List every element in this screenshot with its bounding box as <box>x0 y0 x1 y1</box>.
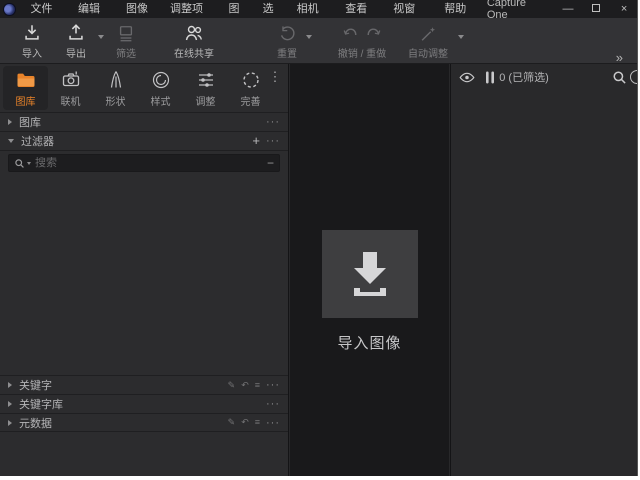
keywords-section-header[interactable]: 关键字 ✎ ↶ ≡ ··· <box>0 375 288 394</box>
caret-down-icon <box>306 35 312 39</box>
more-icon[interactable]: ··· <box>266 380 280 390</box>
copy-adjustments-icon[interactable]: ✎ <box>228 418 236 427</box>
import-button[interactable]: 导入 <box>14 20 50 62</box>
dashed-circle-icon <box>241 69 261 91</box>
import-arrow-icon <box>345 248 395 300</box>
tool-tabs-menu-button[interactable]: ⋮ <box>268 72 282 81</box>
filtered-count-label: 0 (已筛选) <box>451 69 597 85</box>
import-images-button[interactable] <box>322 230 418 318</box>
close-button[interactable]: × <box>617 0 631 18</box>
tab-library[interactable]: 图库 <box>3 66 48 110</box>
tab-shapes[interactable]: 形状 <box>93 66 138 110</box>
reset-icon[interactable]: ↶ <box>241 381 249 390</box>
search-icon <box>14 158 25 169</box>
styles-circle-icon <box>151 69 171 91</box>
clipped-circle-icon[interactable] <box>630 70 638 84</box>
menu-file[interactable]: 文件(F) <box>25 0 71 18</box>
share-button[interactable]: 在线共享 <box>162 20 226 62</box>
filters-section-header[interactable]: 过滤器 + ··· <box>0 131 288 150</box>
presets-icon[interactable]: ≡ <box>255 381 260 390</box>
camera-icon <box>61 69 81 91</box>
titlebar: 文件(F) 编辑(E) 图像(I) 调整项(A) 图层 选择 相机(C) 查看(… <box>0 0 637 18</box>
import-icon <box>22 21 42 43</box>
chevron-right-icon <box>8 420 12 426</box>
more-icon[interactable]: ··· <box>266 418 280 428</box>
caret-down-icon[interactable] <box>27 162 31 165</box>
tool-tabs: 图库 联机 形状 <box>0 64 288 112</box>
search-row: − <box>0 150 288 175</box>
maximize-icon <box>592 4 600 12</box>
export-icon <box>66 21 86 43</box>
folder-icon <box>16 69 36 91</box>
menu-layer[interactable]: 图层 <box>223 0 256 18</box>
reset-button[interactable]: 重置 <box>272 20 312 62</box>
metadata-section-header[interactable]: 元数据 ✎ ↶ ≡ ··· <box>0 413 288 432</box>
menu-window[interactable]: 视窗(W) <box>387 0 437 18</box>
search-box[interactable]: − <box>8 154 280 172</box>
menu-image[interactable]: 图像(I) <box>120 0 163 18</box>
reset-icon <box>278 21 296 43</box>
left-panel: 图库 联机 形状 <box>0 64 289 476</box>
tab-adjust[interactable]: 调整 <box>183 66 228 110</box>
share-people-icon <box>183 21 205 43</box>
chevron-right-icon <box>8 401 12 407</box>
menu-view[interactable]: 查看(V) <box>339 0 386 18</box>
chevron-down-icon <box>8 139 14 143</box>
browser-area: 0 (已筛选) <box>450 64 637 476</box>
more-icon[interactable]: ··· <box>266 117 280 127</box>
tab-capture[interactable]: 联机 <box>48 66 93 110</box>
auto-adjust-wand-icon <box>419 21 437 43</box>
more-icon[interactable]: ··· <box>266 399 280 409</box>
bottom-sections: 关键字 ✎ ↶ ≡ ··· 关键字库 ··· 元数据 ✎ ↶ ≡ <box>0 375 288 432</box>
tab-refine[interactable]: 完善 <box>228 66 273 110</box>
sliders-icon <box>196 69 216 91</box>
export-button[interactable]: 导出 <box>58 20 104 62</box>
undo-redo-button[interactable]: 撤销 / 重做 <box>326 20 398 62</box>
tab-styles[interactable]: 样式 <box>138 66 183 110</box>
chevron-right-icon <box>8 382 12 388</box>
cull-icon <box>117 21 135 43</box>
menu-help[interactable]: 帮助(H) <box>438 0 486 18</box>
copy-adjustments-icon[interactable]: ✎ <box>228 381 236 390</box>
caret-down-icon <box>458 35 464 39</box>
app-window: 文件(F) 编辑(E) 图像(I) 调整项(A) 图层 选择 相机(C) 查看(… <box>0 0 638 476</box>
presets-icon[interactable]: ≡ <box>255 418 260 427</box>
add-filter-button[interactable]: + <box>252 135 260 147</box>
more-icon[interactable]: ··· <box>266 136 280 146</box>
chevron-right-icon <box>8 119 12 125</box>
search-input[interactable] <box>35 157 263 169</box>
toolbar-overflow-button[interactable]: » <box>616 50 623 65</box>
auto-adjust-button[interactable]: 自动调整 <box>402 20 464 62</box>
main-toolbar: 导入 导出 筛选 <box>0 18 637 64</box>
app-logo-icon <box>3 3 16 16</box>
caret-down-icon <box>98 35 104 39</box>
keyword-library-section-header[interactable]: 关键字库 ··· <box>0 394 288 413</box>
cull-button[interactable]: 筛选 <box>108 20 144 62</box>
brush-icon <box>106 69 126 91</box>
maximize-button[interactable] <box>589 0 603 18</box>
browser-search-icon[interactable] <box>612 70 627 85</box>
reset-icon[interactable]: ↶ <box>241 418 249 427</box>
import-images-label: 导入图像 <box>290 332 449 353</box>
browser-toolbar: 0 (已筛选) <box>451 64 637 90</box>
menu-edit[interactable]: 编辑(E) <box>72 0 119 18</box>
menu-camera[interactable]: 相机(C) <box>291 0 339 18</box>
minimize-button[interactable]: — <box>561 0 575 18</box>
viewer-area: 导入图像 <box>290 64 449 476</box>
menu-select[interactable]: 选择 <box>257 0 290 18</box>
undo-redo-icons <box>342 21 382 43</box>
menu-adjustments[interactable]: 调整项(A) <box>164 0 222 18</box>
remove-search-button[interactable]: − <box>267 156 274 170</box>
library-section-header[interactable]: 图库 ··· <box>0 112 288 131</box>
